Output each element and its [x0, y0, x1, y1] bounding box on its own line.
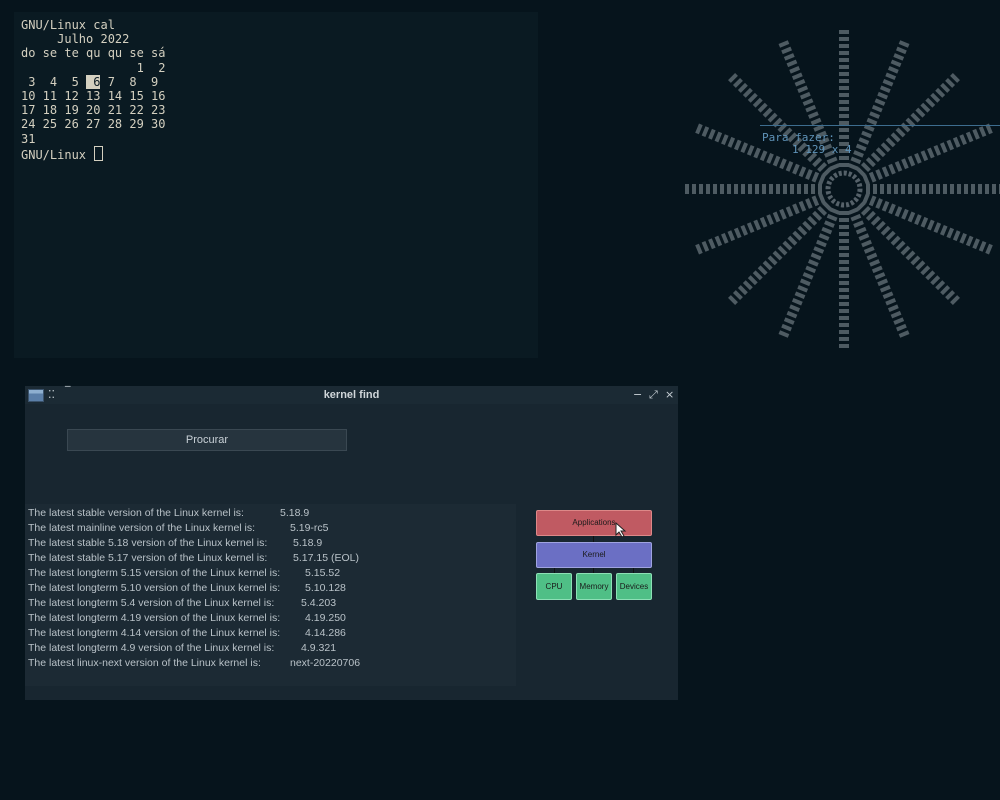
result-value: 5.10.128	[305, 582, 346, 594]
kernel-box: Kernel	[536, 542, 652, 568]
calendar-week-2: 3 4 5 6 7 8 9	[21, 74, 166, 89]
calendar-week-1: 1 2	[21, 60, 166, 75]
result-label: The latest stable 5.18 version of the Li…	[28, 537, 268, 549]
result-label: The latest longterm 4.14 version of the …	[28, 627, 281, 639]
calendar-week-3: 10 11 12 13 14 15 16	[21, 88, 166, 103]
result-row: The latest longterm 4.14 version of the …	[28, 626, 346, 640]
result-label: The latest longterm 5.4 version of the L…	[28, 597, 275, 609]
result-label: The latest linux-next version of the Lin…	[28, 657, 261, 669]
kernel-find-window[interactable]: ⁚⁚ ‾ kernel find − ⤢ × Procurar The late…	[25, 384, 678, 700]
calendar-current-day: 6	[86, 74, 101, 89]
result-label: The latest longterm 4.19 version of the …	[28, 612, 281, 624]
result-label: The latest mainline version of the Linux…	[28, 522, 256, 534]
result-value: 5.15.52	[305, 567, 341, 579]
calendar-week-2-start: 3 4 5	[21, 74, 87, 89]
result-row: The latest stable 5.18 version of the Li…	[28, 536, 322, 550]
result-row: The latest longterm 4.9 version of the L…	[28, 641, 336, 655]
result-value: 5.18.9	[293, 537, 323, 549]
calendar-week-2-rest: 7 8 9	[100, 74, 159, 89]
calendar-week-4: 17 18 19 20 21 22 23	[21, 103, 166, 118]
close-button[interactable]: ×	[665, 387, 674, 403]
result-value: 4.9.321	[301, 642, 337, 654]
result-label: The latest longterm 5.10 version of the …	[28, 582, 281, 594]
result-row: The latest longterm 5.4 version of the L…	[28, 596, 336, 610]
star-svg	[684, 29, 1000, 349]
result-row: The latest stable version of the Linux k…	[28, 506, 309, 520]
result-row: The latest longterm 5.15 version of the …	[28, 566, 340, 580]
calendar-week-6: 31	[21, 131, 36, 146]
devices-box: Devices	[616, 573, 652, 600]
terminal-cursor	[94, 145, 104, 161]
results-panel: The latest stable version of the Linux k…	[25, 504, 516, 686]
memory-box: Memory	[576, 573, 612, 600]
result-value: 5.4.203	[301, 597, 337, 609]
result-label: The latest stable version of the Linux k…	[28, 507, 244, 519]
calendar-weekdays: do se te qu qu se sá	[21, 46, 166, 61]
result-value: 5.19-rc5	[290, 522, 329, 534]
terminal-prompt-line: GNU/Linux	[21, 145, 166, 162]
result-label: The latest stable 5.17 version of the Li…	[28, 552, 268, 564]
kernel-diagram: Applications Kernel CPU Memory Devices	[535, 509, 653, 601]
mouse-pointer-icon	[615, 522, 627, 538]
cpu-box: CPU	[536, 573, 572, 600]
result-value: 5.17.15 (EOL)	[293, 552, 359, 564]
result-row: The latest stable 5.17 version of the Li…	[28, 551, 359, 565]
result-row: The latest mainline version of the Linux…	[28, 521, 329, 535]
terminal-command: GNU/Linux cal	[21, 18, 115, 32]
result-value: 4.14.286	[305, 627, 346, 639]
minimize-button[interactable]: −	[633, 387, 642, 403]
result-label: The latest longterm 5.15 version of the …	[28, 567, 281, 579]
calendar-month-year: Julho 2022	[21, 32, 130, 47]
todo-item: 1 129 x 4	[792, 143, 852, 156]
applications-box: Applications	[536, 510, 652, 536]
terminal-prompt: GNU/Linux	[21, 147, 94, 162]
window-titlebar[interactable]: ⁚⁚ ‾ kernel find − ⤢ ×	[25, 384, 678, 404]
result-value: 5.18.9	[280, 507, 310, 519]
result-value: 4.19.250	[305, 612, 346, 624]
search-button[interactable]: Procurar	[67, 429, 347, 451]
result-row: The latest linux-next version of the Lin…	[28, 656, 360, 670]
terminal-window[interactable]: GNU/Linux cal Julho 2022 do se te qu qu s…	[14, 12, 538, 358]
result-value: next-20220706	[290, 657, 361, 669]
todo-divider	[760, 125, 1000, 126]
calendar-week-5: 24 25 26 27 28 29 30	[21, 117, 166, 132]
result-row: The latest longterm 4.19 version of the …	[28, 611, 346, 625]
result-label: The latest longterm 4.9 version of the L…	[28, 642, 275, 654]
maximize-button[interactable]: ⤢	[649, 387, 658, 403]
wallpaper-star-decoration	[672, 14, 1000, 360]
result-row: The latest longterm 5.10 version of the …	[28, 581, 346, 595]
terminal-output: GNU/Linux cal Julho 2022 do se te qu qu s…	[21, 18, 166, 162]
window-title: kernel find	[323, 389, 380, 401]
